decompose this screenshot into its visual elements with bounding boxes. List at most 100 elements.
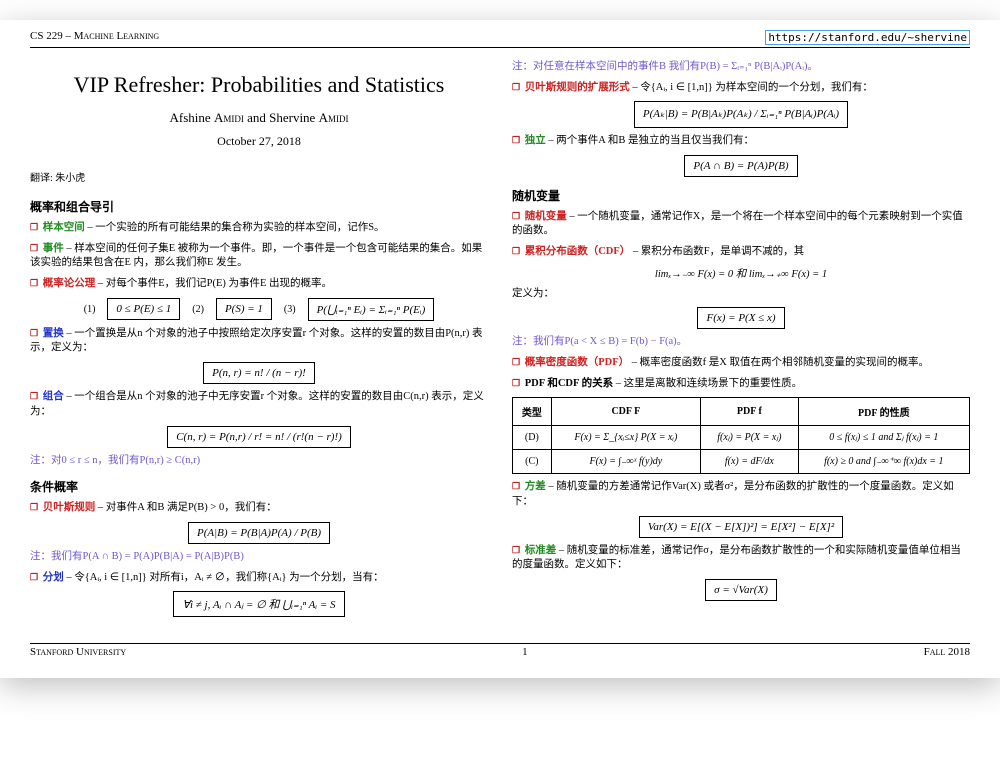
bullet-icon: ❒: [30, 572, 38, 582]
text-combination: – 一个组合是从n 个对象的池子中无序安置r 个对象。这样的安置的数目由C(n,…: [30, 391, 484, 417]
partition-box: ∀i ≠ j, Aᵢ ∩ Aⱼ = ∅ 和 ⋃ᵢ₌₁ⁿ Aᵢ = S: [173, 591, 344, 617]
bullet-icon: ❒: [512, 378, 520, 388]
bullet-icon: ❒: [512, 135, 520, 145]
axiom-equations: (1) 0 ≤ P(E) ≤ 1 (2) P(S) = 1 (3) P(⋃ᵢ₌₁…: [30, 298, 488, 321]
axiom-1-label: (1): [84, 304, 96, 315]
cell-cdf-c: F(x) = ∫₋∞ˣ f(y)dy: [551, 450, 700, 474]
text-cdf: – 累积分布函数F，是单调不减的，其: [633, 246, 804, 257]
table-header-row: 类型 CDF F PDF f PDF 的性质: [513, 398, 970, 426]
bullet-icon: ❒: [512, 481, 520, 491]
text-std: – 随机变量的标准差，通常记作σ，是分布函数扩散性的一个和实际随机变量值单位相当…: [512, 545, 961, 571]
page: CS 229 – Machine Learning https://stanfo…: [0, 20, 1000, 678]
std-formula: σ = √Var(X): [512, 579, 970, 601]
bullet-icon: ❒: [512, 82, 520, 92]
partition-formula: ∀i ≠ j, Aᵢ ∩ Aⱼ = ∅ 和 ⋃ᵢ₌₁ⁿ Aᵢ = S: [30, 591, 488, 617]
cell-cdf-d: F(x) = Σ_{xᵢ≤x} P(X = xᵢ): [551, 426, 700, 450]
term-event: 事件: [43, 243, 64, 254]
term-rv: 随机变量: [525, 211, 567, 222]
item-cdf: ❒ 累积分布函数（CDF） – 累积分布函数F，是单调不减的，其: [512, 245, 970, 260]
comb-box: C(n, r) = P(n,r) / r! = n! / (r!(n − r)!…: [167, 426, 351, 448]
item-rv: ❒ 随机变量 – 一个随机变量，通常记作X，是一个将在一个样本空间中的每个元素映…: [512, 210, 970, 239]
cell-props-c: f(x) ≥ 0 and ∫₋∞⁺∞ f(x)dx = 1: [798, 450, 969, 474]
variance-box: Var(X) = E[(X − E[X])²] = E[X²] − E[X]²: [639, 516, 843, 538]
term-ext-bayes: 贝叶斯规则的扩展形式: [525, 82, 630, 93]
th-pdf: PDF f: [701, 398, 799, 426]
section-conditional: 条件概率: [30, 478, 488, 495]
bullet-icon: ❒: [30, 502, 38, 512]
text-ext-bayes: – 令{Aᵢ, i ∈ [1,n]} 为样本空间的一个分划，我们有：: [632, 82, 873, 93]
text-partition: – 令{Aᵢ, i ∈ [1,n]} 对所有i，Aᵢ ≠ ∅，我们称{Aᵢ} 为…: [66, 572, 383, 583]
item-partition: ❒ 分划 – 令{Aᵢ, i ∈ [1,n]} 对所有i，Aᵢ ≠ ∅，我们称{…: [30, 571, 488, 586]
text-rv: – 一个随机变量，通常记作X，是一个将在一个样本空间中的每个元素映射到一个实值的…: [512, 211, 963, 237]
item-independence: ❒ 独立 – 两个事件A 和B 是独立的当且仅当我们有：: [512, 134, 970, 149]
item-sample-space: ❒ 样本空间 – 一个实验的所有可能结果的集合称为实验的样本空间，记作S。: [30, 221, 488, 236]
bullet-icon: ❒: [30, 391, 38, 401]
indep-box: P(A ∩ B) = P(A)P(B): [684, 155, 797, 177]
term-pdf: 概率密度函数（PDF）: [525, 357, 629, 368]
axiom-2-box: P(S) = 1: [216, 298, 272, 320]
left-column: VIP Refresher: Probabilities and Statist…: [30, 54, 488, 623]
two-column-layout: VIP Refresher: Probabilities and Statist…: [30, 54, 970, 623]
term-independence: 独立: [525, 135, 546, 146]
indep-formula: P(A ∩ B) = P(A)P(B): [512, 155, 970, 177]
text-axioms: – 对每个事件E，我们记P(E) 为事件E 出现的概率。: [98, 278, 332, 289]
footer-center: 1: [522, 646, 528, 658]
text-variance: – 随机变量的方差通常记作Var(X) 或者σ²，是分布函数的扩散性的一个度量函…: [512, 481, 954, 507]
th-cdf: CDF F: [551, 398, 700, 426]
term-variance: 方差: [525, 481, 546, 492]
axiom-2-label: (2): [192, 304, 204, 315]
authors: Afshine Amidi and Shervine Amidi: [30, 110, 488, 126]
bayes-box: P(A|B) = P(B|A)P(A) / P(B): [188, 522, 330, 544]
cdf-formula: F(x) = P(X ≤ x): [512, 307, 970, 329]
text-cdf-def: 定义为：: [512, 287, 970, 302]
th-type: 类型: [513, 398, 552, 426]
term-axioms: 概率论公理: [43, 278, 96, 289]
note-joint: 注：我们有P(A ∩ B) = P(A)P(B|A) = P(A|B)P(B): [30, 550, 488, 565]
text-sample-space: – 一个实验的所有可能结果的集合称为实验的样本空间，记作S。: [87, 222, 384, 233]
right-column: 注：对任意在样本空间中的事件B 我们有P(B) = Σᵢ₌₁ⁿ P(B|Aᵢ)P…: [512, 54, 970, 623]
std-box: σ = √Var(X): [705, 579, 777, 601]
th-pdf-props: PDF 的性质: [798, 398, 969, 426]
note-cdf-range: 注：我们有P(a < X ≤ B) = F(b) − F(a)。: [512, 335, 970, 350]
item-axioms: ❒ 概率论公理 – 对每个事件E，我们记P(E) 为事件E 出现的概率。: [30, 277, 488, 292]
cell-type-c: (C): [513, 450, 552, 474]
bullet-icon: ❒: [512, 246, 520, 256]
perm-formula: P(n, r) = n! / (n − r)!: [30, 362, 488, 384]
term-std: 标准差: [525, 545, 557, 556]
item-pdf-cdf-rel: ❒ PDF 和CDF 的关系 – 这里是离散和连续场景下的重要性质。: [512, 377, 970, 392]
bullet-icon: ❒: [30, 278, 38, 288]
axiom-3-label: (3): [284, 304, 296, 315]
term-pdf-cdf-rel: PDF 和CDF 的关系: [525, 378, 613, 389]
cell-props-d: 0 ≤ f(xⱼ) ≤ 1 and Σⱼ f(xⱼ) = 1: [798, 426, 969, 450]
text-event: – 样本空间的任何子集E 被称为一个事件。即，一个事件是一个包含可能结果的集合。…: [30, 243, 482, 269]
section-random-variable: 随机变量: [512, 187, 970, 204]
item-permutation: ❒ 置换 – 一个置换是从n 个对象的池子中按照给定次序安置r 个对象。这样的安…: [30, 327, 488, 356]
text-pdf-cdf-rel: – 这里是离散和连续场景下的重要性质。: [616, 378, 802, 389]
term-partition: 分划: [43, 572, 64, 583]
bullet-icon: ❒: [30, 328, 38, 338]
comb-formula: C(n, r) = P(n,r) / r! = n! / (r!(n − r)!…: [30, 426, 488, 448]
note-perm-comb: 注：对0 ≤ r ≤ n，我们有P(n,r) ≥ C(n,r): [30, 454, 488, 469]
item-combination: ❒ 组合 – 一个组合是从n 个对象的池子中无序安置r 个对象。这样的安置的数目…: [30, 390, 488, 419]
translator: 翻译: 朱小虎: [30, 169, 488, 184]
footer-right: Fall 2018: [924, 646, 970, 658]
term-permutation: 置换: [43, 328, 64, 339]
cell-pdf-d: f(xⱼ) = P(X = xⱼ): [701, 426, 799, 450]
term-bayes: 贝叶斯规则: [43, 502, 96, 513]
header-url[interactable]: https://stanford.edu/~shervine: [765, 30, 970, 45]
item-pdf: ❒ 概率密度函数（PDF） – 概率密度函数f 是X 取值在两个相邻随机变量的实…: [512, 356, 970, 371]
table-row: (C) F(x) = ∫₋∞ˣ f(y)dy f(x) = dF/dx f(x)…: [513, 450, 970, 474]
ext-bayes-formula: P(Aₖ|B) = P(B|Aₖ)P(Aₖ) / Σᵢ₌₁ⁿ P(B|Aᵢ)P(…: [512, 101, 970, 128]
bullet-icon: ❒: [512, 357, 520, 367]
ext-bayes-box: P(Aₖ|B) = P(B|Aₖ)P(Aₖ) / Σᵢ₌₁ⁿ P(B|Aᵢ)P(…: [634, 101, 848, 128]
variance-formula: Var(X) = E[(X − E[X])²] = E[X²] − E[X]²: [512, 516, 970, 538]
section-prob-comb: 概率和组合导引: [30, 198, 488, 215]
axiom-1-box: 0 ≤ P(E) ≤ 1: [107, 298, 180, 320]
cdf-limits: limₓ→₋∞ F(x) = 0 和 limₓ→₊∞ F(x) = 1: [512, 266, 970, 281]
cdf-pdf-table: 类型 CDF F PDF f PDF 的性质 (D) F(x) = Σ_{xᵢ≤…: [512, 397, 970, 474]
header-bar: CS 229 – Machine Learning https://stanfo…: [30, 30, 970, 48]
footer-left: Stanford University: [30, 646, 126, 658]
course-code: CS 229 – Machine Learning: [30, 30, 159, 45]
bullet-icon: ❒: [30, 222, 38, 232]
text-pdf: – 概率密度函数f 是X 取值在两个相邻随机变量的实现间的概率。: [632, 357, 929, 368]
